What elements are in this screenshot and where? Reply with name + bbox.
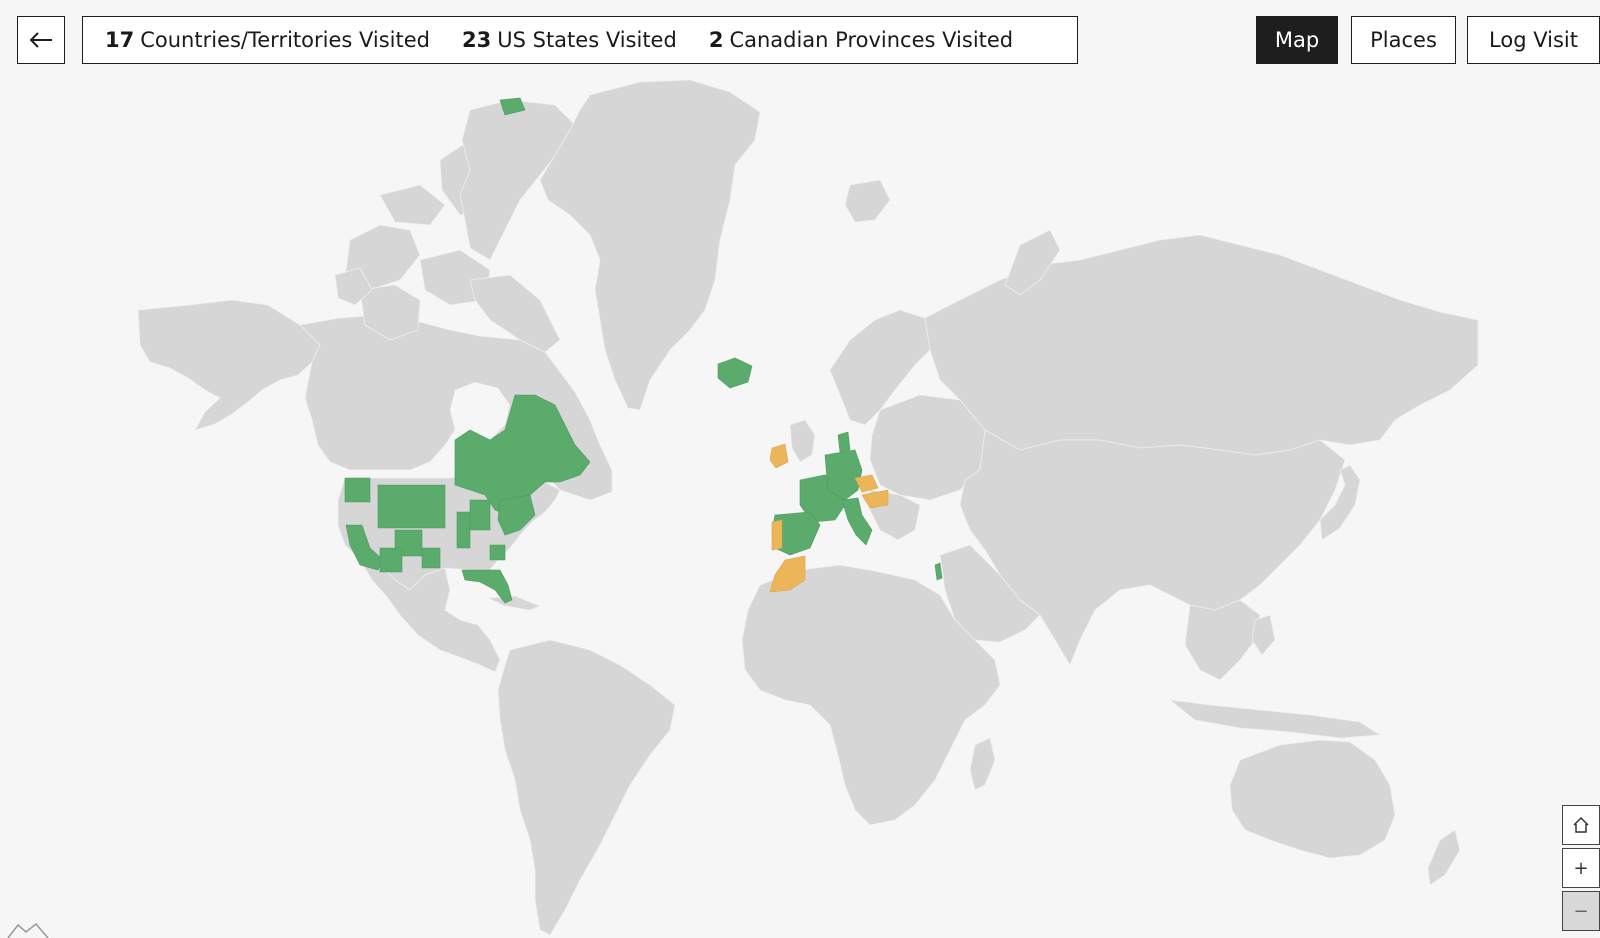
home-button[interactable] <box>1562 805 1600 845</box>
corner-mark <box>7 922 49 938</box>
map-tab-button[interactable]: Map <box>1256 16 1338 64</box>
ireland[interactable] <box>769 443 789 469</box>
us-midwest[interactable] <box>469 499 491 531</box>
southeast-asia[interactable] <box>1184 599 1261 681</box>
philippines[interactable] <box>1251 614 1276 656</box>
us-texas[interactable] <box>421 547 441 569</box>
home-icon <box>1573 816 1589 833</box>
south-america[interactable] <box>497 639 676 936</box>
us-southeast[interactable] <box>489 544 506 561</box>
states-stat: 23 US States Visited <box>462 28 677 52</box>
cuba[interactable] <box>486 595 542 611</box>
iceland[interactable] <box>717 357 753 389</box>
denmark[interactable] <box>837 431 851 453</box>
arrow-left-icon <box>29 32 52 48</box>
arctic-island-4[interactable] <box>379 184 446 226</box>
provinces-stat: 2 Canadian Provinces Visited <box>708 28 1014 52</box>
madagascar[interactable] <box>969 737 996 791</box>
visit-stats: 17 Countries/Territories Visited 23 US Sta… <box>82 16 1078 64</box>
back-button[interactable] <box>17 16 65 64</box>
us-florida[interactable] <box>461 569 513 604</box>
czechia[interactable] <box>854 474 879 493</box>
top-bar: 17 Countries/Territories Visited 23 US Sta… <box>17 16 1600 64</box>
uk[interactable] <box>789 419 816 463</box>
italy[interactable] <box>841 497 873 546</box>
greenland[interactable] <box>539 79 761 411</box>
russia[interactable] <box>924 234 1479 456</box>
world-map[interactable] <box>0 76 1600 938</box>
portugal[interactable] <box>771 519 783 551</box>
zoom-out-button[interactable]: − <box>1562 891 1600 931</box>
us-illinois[interactable] <box>456 511 471 549</box>
australia[interactable] <box>1229 739 1396 859</box>
alaska[interactable] <box>137 299 321 431</box>
hungary[interactable] <box>861 489 889 509</box>
israel[interactable] <box>934 562 943 581</box>
new-zealand[interactable] <box>1427 829 1461 886</box>
log-visit-button[interactable]: Log Visit <box>1467 16 1600 64</box>
us-washington[interactable] <box>344 477 371 503</box>
us-montana-dakotas[interactable] <box>377 484 446 529</box>
places-tab-button[interactable]: Places <box>1351 16 1456 64</box>
zoom-in-button[interactable]: + <box>1562 848 1600 888</box>
svalbard[interactable] <box>844 179 891 223</box>
us-northeast[interactable] <box>497 494 536 536</box>
us-arizona-nm[interactable] <box>379 547 403 573</box>
indonesia[interactable] <box>1168 699 1382 739</box>
countries-stat: 17 Countries/Territories Visited <box>105 28 430 52</box>
